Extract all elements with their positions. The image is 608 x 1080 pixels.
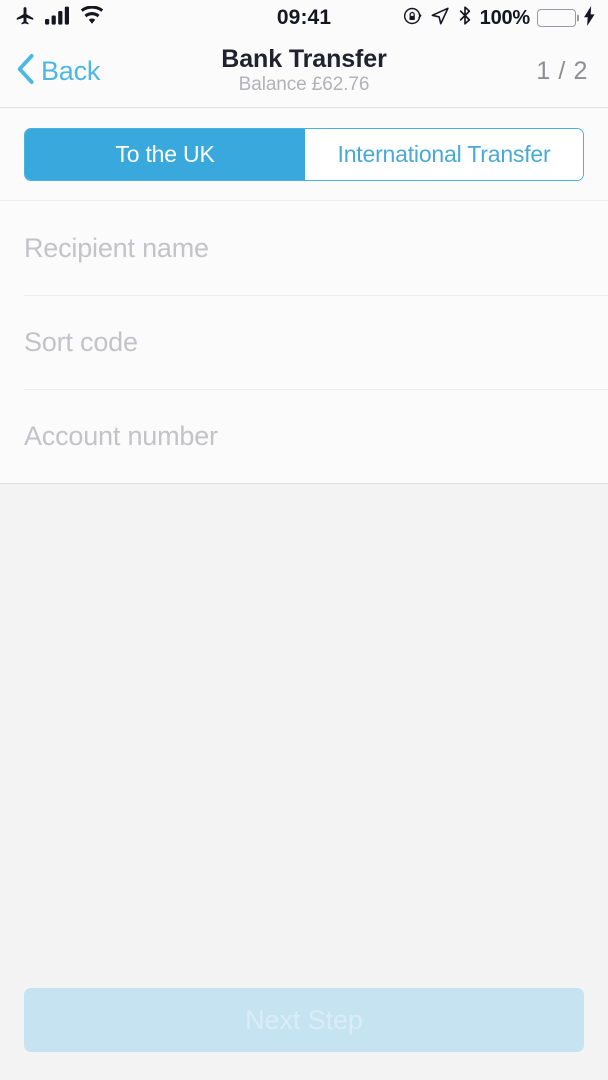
- battery-percentage-label: 100%: [479, 6, 531, 29]
- location-arrow-icon: [430, 6, 450, 31]
- chevron-left-icon: [16, 53, 35, 90]
- wifi-icon: [80, 5, 104, 30]
- status-bar-right-icons: 100%: [403, 5, 596, 31]
- cellular-signal-icon: [45, 6, 71, 30]
- transfer-form: [0, 201, 608, 484]
- page-title: Bank Transfer: [221, 44, 387, 73]
- back-button-label: Back: [41, 56, 101, 86]
- navigation-bar: Back Bank Transfer Balance £62.76 1 / 2: [0, 36, 608, 108]
- charging-bolt-icon: [583, 5, 596, 31]
- sort-code-input[interactable]: [24, 326, 584, 358]
- account-number-input[interactable]: [24, 420, 584, 452]
- field-row-sort-code[interactable]: [0, 295, 608, 389]
- airplane-mode-icon: [14, 5, 36, 32]
- segment-international-transfer[interactable]: International Transfer: [305, 129, 583, 180]
- footer-action-bar: Next Step: [0, 988, 608, 1080]
- step-indicator: 1 / 2: [536, 57, 588, 85]
- field-row-account-number[interactable]: [0, 389, 608, 483]
- balance-subtitle: Balance £62.76: [238, 74, 370, 96]
- field-row-recipient-name[interactable]: [0, 201, 608, 295]
- status-bar-left-icons: [14, 5, 104, 32]
- content-spacer: [0, 484, 608, 988]
- back-button[interactable]: Back: [16, 53, 100, 90]
- bluetooth-icon: [457, 5, 473, 31]
- transfer-type-segmented-control[interactable]: To the UK International Transfer: [24, 128, 584, 181]
- rotation-lock-icon: [403, 6, 423, 31]
- recipient-name-input[interactable]: [24, 232, 584, 264]
- app-screen: 09:41 100% Back Bank Transfer Balance £6…: [0, 0, 608, 1080]
- segment-to-the-uk[interactable]: To the UK: [25, 129, 305, 180]
- next-step-button[interactable]: Next Step: [24, 988, 584, 1052]
- battery-icon: [537, 9, 576, 27]
- transfer-type-section: To the UK International Transfer: [0, 108, 608, 201]
- status-bar: 09:41 100%: [0, 0, 608, 36]
